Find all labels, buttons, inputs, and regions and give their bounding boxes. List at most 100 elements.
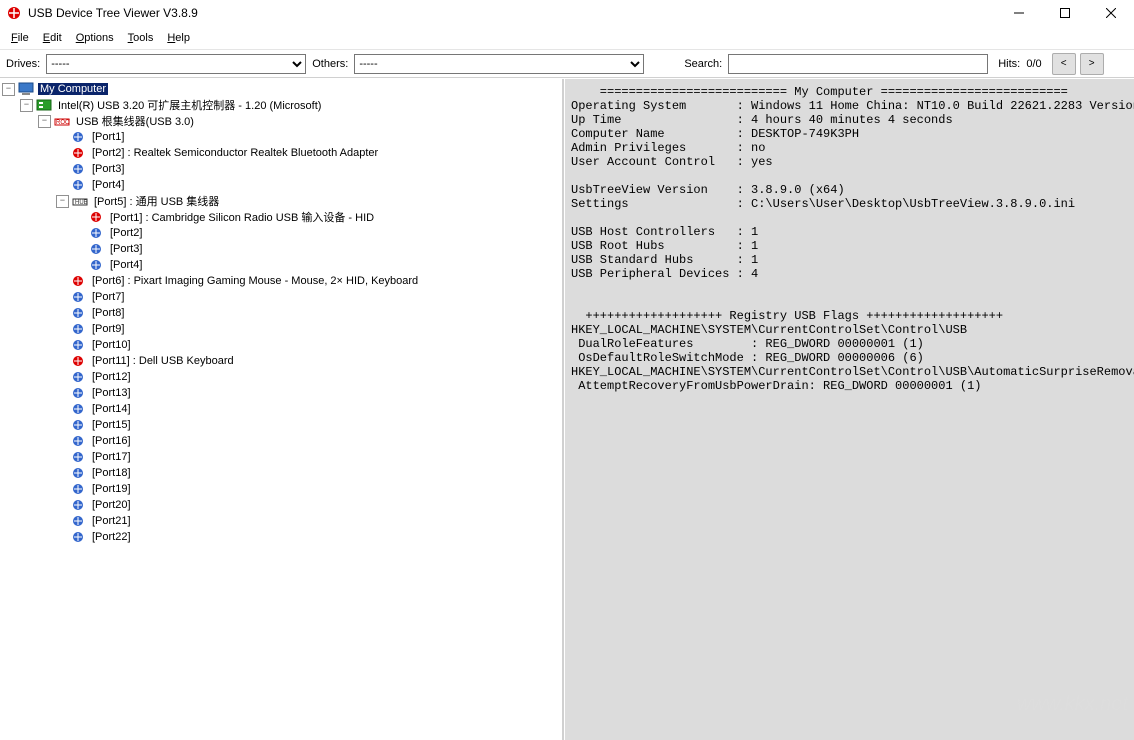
tree-indent-icon xyxy=(56,452,67,463)
tree-indent-icon xyxy=(56,468,67,479)
tree-node-port[interactable]: [Port12] xyxy=(56,369,562,385)
details-pane[interactable]: ========================== My Computer =… xyxy=(564,79,1134,740)
tree-node-port[interactable]: [Port6] : Pixart Imaging Gaming Mouse - … xyxy=(56,273,562,289)
tree-indent-icon xyxy=(56,340,67,351)
usb-port-icon xyxy=(70,353,86,369)
usb-port-icon xyxy=(70,273,86,289)
collapse-icon[interactable]: − xyxy=(38,115,51,128)
close-button[interactable] xyxy=(1088,0,1134,26)
tree-indent-icon xyxy=(56,308,67,319)
collapse-icon[interactable]: − xyxy=(2,83,15,96)
tree-node-port[interactable]: −HUB[Port5] : 通用 USB 集线器 xyxy=(56,193,562,209)
collapse-icon[interactable]: − xyxy=(56,195,69,208)
tree-node-port[interactable]: [Port15] xyxy=(56,417,562,433)
others-combo[interactable]: ----- xyxy=(354,54,644,74)
tree-indent-icon xyxy=(56,436,67,447)
tree-node-port[interactable]: [Port20] xyxy=(56,497,562,513)
tree-node-port[interactable]: [Port2] : Realtek Semiconductor Realtek … xyxy=(56,145,562,161)
usb-port-icon xyxy=(70,497,86,513)
svg-text:ROOT: ROOT xyxy=(56,120,70,126)
tree-indent-icon xyxy=(56,404,67,415)
tree-node-port[interactable]: [Port2] xyxy=(74,225,562,241)
tree-node-port[interactable]: [Port18] xyxy=(56,465,562,481)
tree-label: [Port2] : Realtek Semiconductor Realtek … xyxy=(90,147,380,159)
tree-label: [Port9] xyxy=(90,323,126,335)
tree-node-port[interactable]: [Port11] : Dell USB Keyboard xyxy=(56,353,562,369)
tree-node-port[interactable]: [Port4] xyxy=(56,177,562,193)
tree-indent-icon xyxy=(56,388,67,399)
menu-edit[interactable]: Edit xyxy=(36,31,69,45)
menu-file[interactable]: File xyxy=(4,31,36,45)
tree-label: [Port16] xyxy=(90,435,133,447)
tree-label: [Port18] xyxy=(90,467,133,479)
tree-node-port[interactable]: [Port4] xyxy=(74,257,562,273)
tree-node-port[interactable]: [Port1] : Cambridge Silicon Radio USB 输入… xyxy=(74,209,562,225)
tree-node-port[interactable]: [Port3] xyxy=(56,161,562,177)
tree-label: Intel(R) USB 3.20 可扩展主机控制器 - 1.20 (Micro… xyxy=(56,97,323,113)
tree-label: [Port1] xyxy=(90,131,126,143)
usb-port-icon xyxy=(70,337,86,353)
tree-node-controller[interactable]: − Intel(R) USB 3.20 可扩展主机控制器 - 1.20 (Mic… xyxy=(20,97,562,113)
search-next-button[interactable]: > xyxy=(1080,53,1104,75)
tree-node-port[interactable]: [Port13] xyxy=(56,385,562,401)
menu-help[interactable]: Help xyxy=(160,31,197,45)
tree-node-port[interactable]: [Port9] xyxy=(56,321,562,337)
tree-indent-icon xyxy=(56,484,67,495)
titlebar: USB Device Tree Viewer V3.8.9 xyxy=(0,0,1134,26)
menu-tools[interactable]: Tools xyxy=(121,31,161,45)
computer-icon xyxy=(18,81,34,97)
tree-indent-icon xyxy=(74,244,85,255)
tree-indent-icon xyxy=(56,356,67,367)
main-split: − My Computer − Intel(R) USB 3.20 可扩展主机控… xyxy=(0,78,1134,740)
tree-label: [Port15] xyxy=(90,419,133,431)
tree-label: [Port3] xyxy=(108,243,144,255)
tree-node-port[interactable]: [Port8] xyxy=(56,305,562,321)
tree-node-port[interactable]: [Port10] xyxy=(56,337,562,353)
tree-indent-icon xyxy=(74,260,85,271)
usb-port-icon xyxy=(88,209,104,225)
maximize-button[interactable] xyxy=(1042,0,1088,26)
tree-label: [Port2] xyxy=(108,227,144,239)
tree-node-port[interactable]: [Port1] xyxy=(56,129,562,145)
tree-label: [Port21] xyxy=(90,515,133,527)
device-tree[interactable]: − My Computer − Intel(R) USB 3.20 可扩展主机控… xyxy=(0,79,564,740)
tree-label: [Port7] xyxy=(90,291,126,303)
drives-combo[interactable]: ----- xyxy=(46,54,306,74)
menu-options[interactable]: Options xyxy=(69,31,121,45)
usb-port-icon xyxy=(88,241,104,257)
tree-node-port[interactable]: [Port22] xyxy=(56,529,562,545)
tree-node-my-computer[interactable]: − My Computer xyxy=(2,81,562,97)
tree-node-port[interactable]: [Port16] xyxy=(56,433,562,449)
tree-label: [Port10] xyxy=(90,339,133,351)
usb-port-icon xyxy=(70,161,86,177)
tree-label: [Port6] : Pixart Imaging Gaming Mouse - … xyxy=(90,275,420,287)
tree-indent-icon xyxy=(56,164,67,175)
tree-node-roothub[interactable]: − ROOT USB 根集线器(USB 3.0) xyxy=(38,113,562,129)
tree-node-port[interactable]: [Port21] xyxy=(56,513,562,529)
collapse-icon[interactable]: − xyxy=(20,99,33,112)
menubar: File Edit Options Tools Help xyxy=(0,26,1134,50)
tree-indent-icon xyxy=(56,292,67,303)
usb-port-icon xyxy=(70,305,86,321)
minimize-button[interactable] xyxy=(996,0,1042,26)
tree-label: [Port12] xyxy=(90,371,133,383)
tree-node-port[interactable]: [Port14] xyxy=(56,401,562,417)
tree-node-port[interactable]: [Port17] xyxy=(56,449,562,465)
tree-label: [Port4] xyxy=(108,259,144,271)
hits-label: Hits: xyxy=(998,58,1020,70)
tree-label: [Port11] : Dell USB Keyboard xyxy=(90,355,236,367)
usb-port-icon xyxy=(70,321,86,337)
tree-node-port[interactable]: [Port19] xyxy=(56,481,562,497)
tree-label: My Computer xyxy=(38,83,108,95)
search-input[interactable] xyxy=(728,54,988,74)
usb-port-icon xyxy=(70,177,86,193)
window-controls xyxy=(996,0,1134,26)
tree-node-port[interactable]: [Port7] xyxy=(56,289,562,305)
app-icon xyxy=(6,5,22,21)
tree-label: [Port3] xyxy=(90,163,126,175)
tree-indent-icon xyxy=(74,228,85,239)
search-prev-button[interactable]: < xyxy=(1052,53,1076,75)
host-controller-icon xyxy=(36,97,52,113)
tree-node-port[interactable]: [Port3] xyxy=(74,241,562,257)
usb-port-icon xyxy=(70,145,86,161)
